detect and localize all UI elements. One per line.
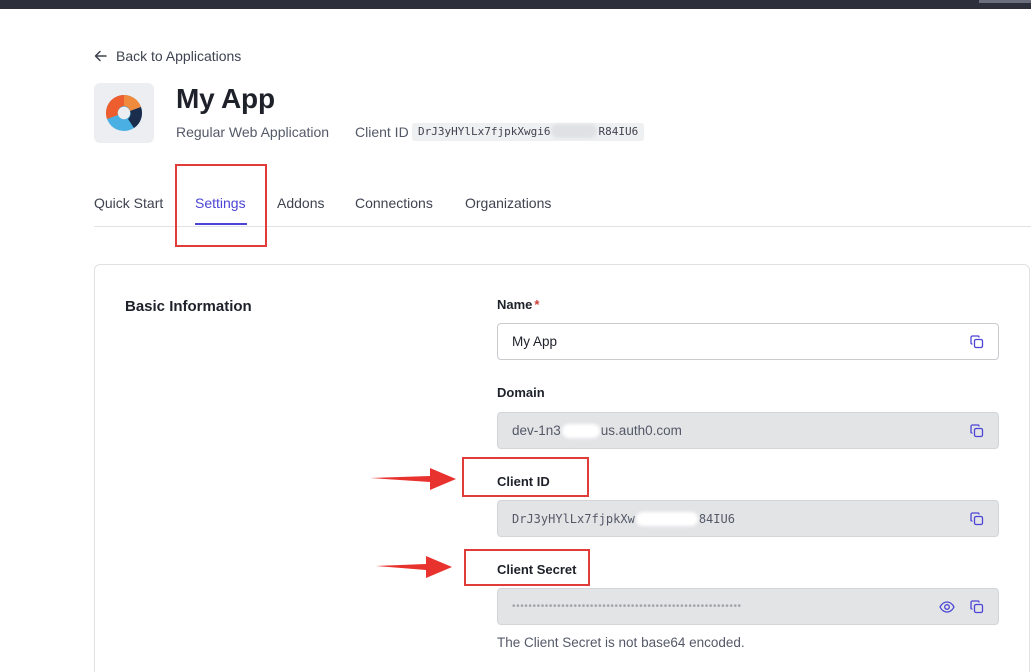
client-secret-hint: The Client Secret is not base64 encoded. [497, 635, 745, 650]
redaction-blur [561, 423, 600, 438]
name-field[interactable]: My App [497, 323, 999, 360]
top-bar [0, 0, 1031, 9]
eye-icon[interactable] [936, 596, 958, 618]
client-secret-masked-value: ••••••••••••••••••••••••••••••••••••••••… [512, 601, 742, 612]
copy-icon[interactable] [966, 331, 988, 353]
annotation-arrow-client-id [370, 468, 456, 490]
redaction-blur [635, 511, 698, 526]
back-to-applications-link[interactable]: Back to Applications [94, 48, 241, 64]
domain-value-end: us.auth0.com [600, 423, 682, 438]
name-label: Name * [497, 297, 540, 312]
copy-icon[interactable] [966, 420, 988, 442]
app-logo-icon [105, 94, 143, 131]
arrow-left-icon [94, 50, 107, 62]
copy-icon[interactable] [966, 508, 988, 530]
domain-field[interactable]: dev-1n3 us.auth0.com [497, 412, 999, 449]
app-type: Regular Web Application [176, 124, 330, 140]
app-logo [94, 83, 154, 143]
redaction-blur [551, 124, 598, 138]
domain-value-start: dev-1n3 [512, 423, 561, 438]
annotation-box-client-id [462, 457, 589, 497]
required-marker: * [534, 297, 540, 312]
header-client-id-label: Client ID [355, 124, 409, 140]
annotation-box-settings-tab [175, 164, 267, 247]
section-title: Basic Information [125, 298, 252, 315]
copy-icon[interactable] [966, 596, 988, 618]
top-bar-indicator [979, 0, 1031, 3]
name-value: My App [512, 334, 558, 349]
client-secret-field[interactable]: ••••••••••••••••••••••••••••••••••••••••… [497, 588, 999, 625]
client-id-field[interactable]: DrJ3yHYlLx7fjpkXw 84IU6 [497, 500, 999, 537]
client-id-value-start: DrJ3yHYlLx7fjpkXw [512, 511, 635, 526]
header-client-id-value[interactable]: DrJ3yHYlLx7fjpkXwgi6 R84IU6 [412, 123, 645, 141]
tab-connections[interactable]: Connections [355, 195, 433, 211]
tab-quick-start[interactable]: Quick Start [94, 195, 163, 211]
tab-addons[interactable]: Addons [277, 195, 324, 211]
client-id-value-end: 84IU6 [698, 511, 735, 526]
annotation-arrow-client-secret [376, 556, 452, 578]
annotation-box-client-secret [464, 549, 590, 586]
page-title: My App [176, 83, 275, 114]
back-link-label: Back to Applications [116, 48, 242, 64]
tab-organizations[interactable]: Organizations [465, 195, 551, 211]
client-id-start: DrJ3yHYlLx7fjpkXwgi6 [418, 125, 551, 138]
domain-label: Domain [497, 385, 545, 400]
client-id-end: R84IU6 [598, 125, 639, 138]
